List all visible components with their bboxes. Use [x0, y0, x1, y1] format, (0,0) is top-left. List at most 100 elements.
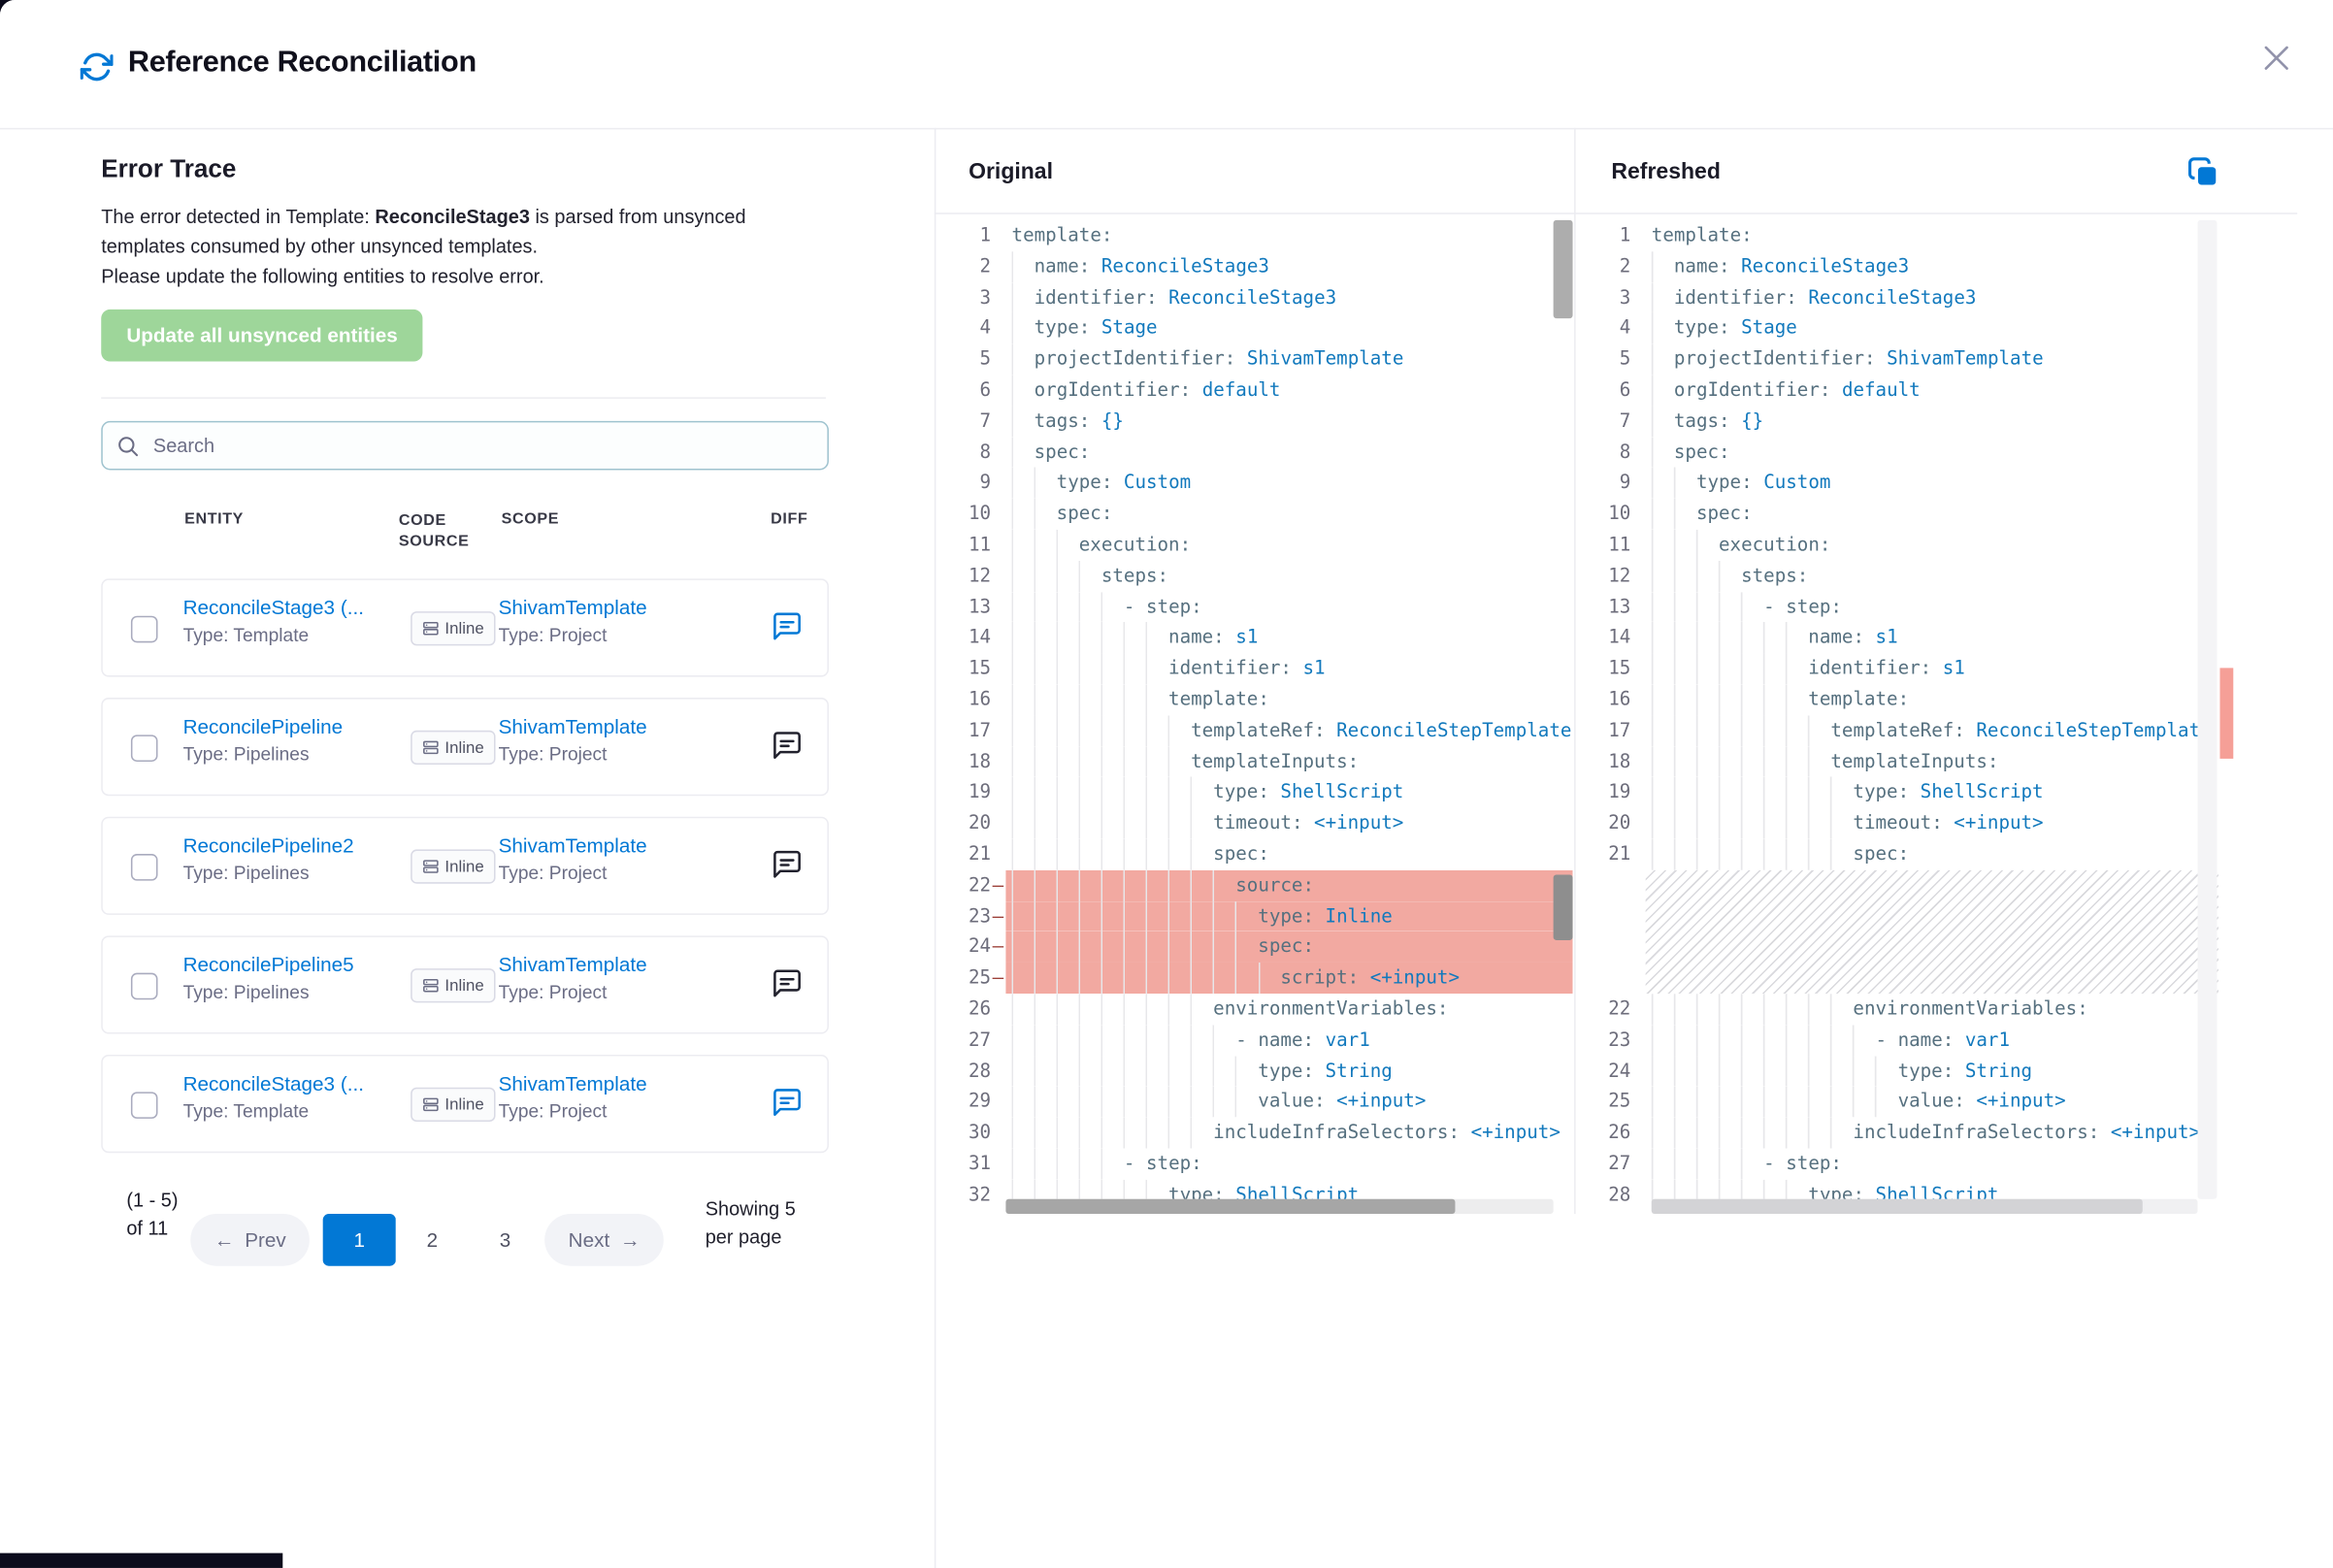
code-line: 17templateRef: ReconcileStepTemplate — [937, 715, 1573, 746]
modal-header: Reference Reconciliation — [0, 0, 2333, 129]
original-code: 1template:2name: ReconcileStage33identif… — [937, 220, 1573, 1211]
copy-icon[interactable] — [2185, 154, 2223, 193]
code-line: 5projectIdentifier: ShivamTemplate — [1577, 343, 2233, 375]
refreshed-scrollbar-track — [2197, 220, 2217, 1199]
row-checkbox[interactable] — [131, 1092, 158, 1119]
prev-button[interactable]: ←Prev — [190, 1214, 310, 1266]
code-line: 17templateRef: ReconcileStepTemplate — [1577, 715, 2233, 746]
code-line: 27- name: var1 — [937, 1025, 1573, 1056]
code-line: 26includeInfraSelectors: <+input> — [1577, 1118, 2233, 1149]
code-line: 25script: <+input> — [937, 963, 1573, 994]
column-header-code-source: CODE SOURCE — [399, 510, 482, 552]
code-line: 11execution: — [937, 530, 1573, 561]
refreshed-change-ruler-marker — [2219, 668, 2233, 759]
code-line: 13- step: — [937, 592, 1573, 623]
inline-source-icon — [422, 620, 439, 637]
entity-type: Type: Pipelines — [183, 863, 354, 883]
entity-link[interactable]: ReconcilePipeline5 — [183, 954, 354, 976]
code-line: 12steps: — [937, 561, 1573, 592]
page-button-1[interactable]: 1 — [323, 1214, 396, 1266]
scope-link[interactable]: ShivamTemplate — [499, 954, 647, 976]
row-checkbox[interactable] — [131, 973, 158, 1000]
code-line: 22environmentVariables: — [1577, 994, 2233, 1025]
column-header-entity: ENTITY — [184, 510, 244, 528]
entity-type: Type: Template — [183, 1101, 364, 1122]
page-buttons: 123 — [323, 1214, 542, 1266]
row-checkbox[interactable] — [131, 735, 158, 762]
scope-link[interactable]: ShivamTemplate — [499, 597, 647, 619]
code-line: 1template: — [937, 220, 1573, 251]
diff-collapsed-gap — [1577, 869, 2233, 994]
code-line: 26environmentVariables: — [937, 994, 1573, 1025]
code-line: 19type: ShellScript — [1577, 777, 2233, 808]
per-page-label: Showing 5 per page — [706, 1196, 798, 1252]
code-line: 11execution: — [1577, 530, 2233, 561]
code-line: 15identifier: s1 — [937, 653, 1573, 684]
update-all-unsynced-button[interactable]: Update all unsynced entities — [101, 310, 423, 362]
next-button[interactable]: Next→ — [544, 1214, 664, 1266]
code-line: 5projectIdentifier: ShivamTemplate — [937, 343, 1573, 375]
code-line: 10spec: — [937, 499, 1573, 530]
code-line: 16template: — [937, 684, 1573, 715]
arrow-right-icon: → — [620, 1228, 641, 1251]
code-line: 24type: String — [1577, 1056, 2233, 1087]
divider — [101, 397, 826, 399]
code-line: 20timeout: <+input> — [1577, 808, 2233, 839]
table-row: ReconcileStage3 (...Type: TemplateInline… — [101, 578, 829, 676]
code-line: 14name: s1 — [937, 622, 1573, 653]
entity-link[interactable]: ReconcilePipeline2 — [183, 834, 354, 857]
code-line: 4type: Stage — [1577, 313, 2233, 344]
code-line: 8spec: — [1577, 437, 2233, 468]
code-line: 2name: ReconcileStage3 — [937, 251, 1573, 282]
code-source-badge: Inline — [411, 968, 496, 1002]
code-source-badge: Inline — [411, 1088, 496, 1122]
search-input[interactable] — [150, 433, 814, 458]
inline-source-icon — [422, 977, 439, 994]
row-checkbox[interactable] — [131, 854, 158, 881]
row-checkbox[interactable] — [131, 616, 158, 643]
entity-link[interactable]: ReconcileStage3 (... — [183, 597, 364, 619]
entity-type: Type: Pipelines — [183, 744, 344, 765]
original-vertical-scrollbar[interactable] — [1554, 220, 1573, 318]
inline-source-icon — [422, 859, 439, 875]
page-title: Reference Reconciliation — [128, 47, 476, 81]
entity-type: Type: Pipelines — [183, 982, 354, 1002]
code-line: 13- step: — [1577, 592, 2233, 623]
code-line: 25value: <+input> — [1577, 1087, 2233, 1118]
diff-note-icon[interactable] — [771, 848, 806, 884]
code-line: 1template: — [1577, 220, 2233, 251]
code-line: 10spec: — [1577, 499, 2233, 530]
close-icon[interactable] — [2255, 39, 2297, 81]
arrow-left-icon: ← — [214, 1228, 235, 1251]
diff-note-icon[interactable] — [771, 967, 806, 1003]
code-line: 20timeout: <+input> — [937, 808, 1573, 839]
table-row: ReconcilePipeline2Type: PipelinesInlineS… — [101, 817, 829, 915]
code-line: 31- step: — [937, 1148, 1573, 1179]
inline-source-icon — [422, 739, 439, 756]
code-line: 12steps: — [1577, 561, 2233, 592]
scope-link[interactable]: ShivamTemplate — [499, 834, 647, 857]
code-line: 3identifier: ReconcileStage3 — [1577, 282, 2233, 313]
page-button-2[interactable]: 2 — [396, 1214, 469, 1266]
original-title: Original — [969, 159, 1053, 184]
scope-link[interactable]: ShivamTemplate — [499, 1072, 647, 1094]
diff-note-icon[interactable] — [771, 729, 806, 765]
code-line: 24spec: — [937, 931, 1573, 963]
code-line: 18templateInputs: — [937, 746, 1573, 777]
code-source-badge: Inline — [411, 611, 496, 645]
diff-header-border — [935, 212, 2297, 214]
original-horizontal-scrollbar[interactable] — [1005, 1199, 1455, 1214]
refreshed-horizontal-scrollbar[interactable] — [1652, 1199, 2143, 1214]
page-button-3[interactable]: 3 — [469, 1214, 542, 1266]
diff-note-icon[interactable] — [771, 1086, 806, 1122]
refreshed-title: Refreshed — [1611, 159, 1720, 184]
panel-divider — [935, 128, 936, 1568]
code-line: 18templateInputs: — [1577, 746, 2233, 777]
scope-type: Type: Project — [499, 982, 647, 1002]
scope-link[interactable]: ShivamTemplate — [499, 715, 647, 737]
entity-link[interactable]: ReconcileStage3 (... — [183, 1072, 364, 1094]
code-line: 23- name: var1 — [1577, 1025, 2233, 1056]
code-line: 9type: Custom — [1577, 468, 2233, 499]
diff-note-icon[interactable] — [771, 610, 806, 646]
entity-link[interactable]: ReconcilePipeline — [183, 715, 344, 737]
